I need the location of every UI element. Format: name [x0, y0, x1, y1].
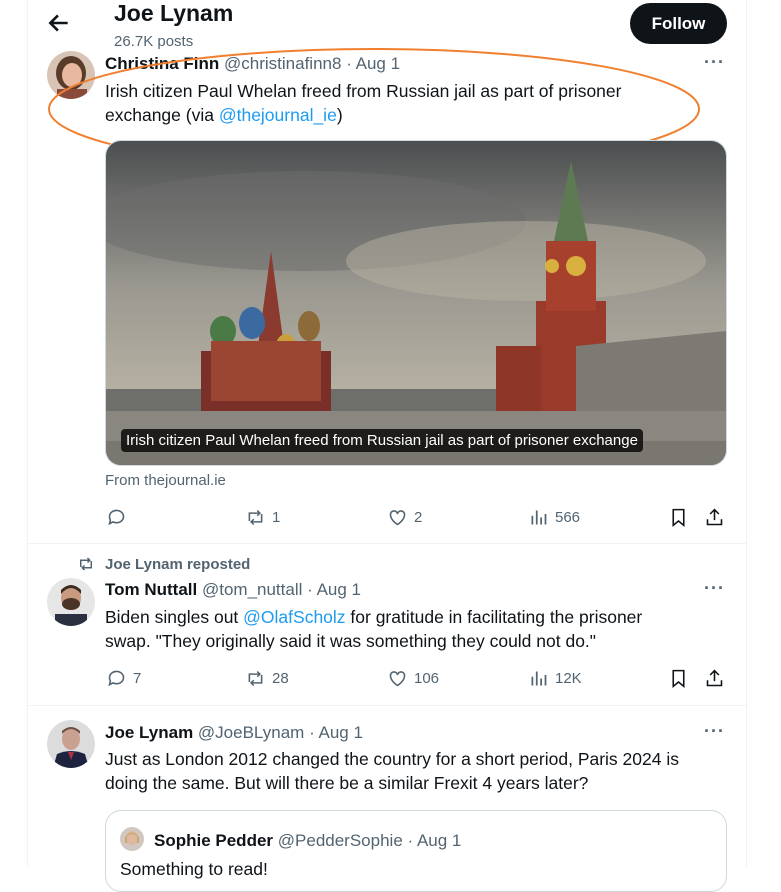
avatar[interactable] — [47, 720, 95, 768]
like-icon — [389, 671, 406, 687]
profile-name: Joe Lynam — [114, 0, 234, 26]
like-count: 106 — [414, 670, 440, 687]
more-icon[interactable]: ··· — [704, 578, 725, 599]
repost-indicator[interactable]: Joe Lynam reposted — [77, 555, 250, 573]
bookmark-button[interactable] — [668, 507, 689, 528]
views-count: 566 — [555, 509, 581, 526]
quote-tweet[interactable]: Sophie Pedder @PedderSophie · Aug 1 Some… — [105, 810, 727, 892]
tweet-header: Tom Nuttall @tom_nuttall · Aug 1 — [105, 578, 361, 602]
divider — [28, 705, 746, 706]
mention-link[interactable]: @OlafScholz — [243, 607, 345, 627]
quote-text: Something to read! — [120, 859, 268, 879]
share-button[interactable] — [704, 507, 725, 528]
bookmark-icon — [672, 508, 685, 528]
tweet-date[interactable]: · Aug 1 — [307, 580, 361, 599]
repost-icon — [248, 509, 263, 526]
reposted-by-label: Joe Lynam reposted — [105, 555, 251, 573]
card-image — [106, 141, 726, 465]
back-arrow-icon[interactable] — [46, 10, 76, 36]
quote-author-handle: @PedderSophie — [277, 831, 403, 850]
like-button[interactable]: 2 — [387, 507, 422, 528]
quote-author-name: Sophie Pedder — [154, 831, 274, 850]
column-border-right — [746, 0, 747, 867]
more-icon[interactable]: ··· — [704, 52, 725, 73]
reply-button[interactable] — [106, 507, 127, 528]
bookmark-icon — [672, 669, 685, 689]
repost-icon — [248, 670, 263, 687]
quote-date: · Aug 1 — [407, 831, 462, 850]
views-button[interactable]: 566 — [528, 507, 580, 528]
tweet-text: Biden singles out @OlafScholz for gratit… — [105, 607, 643, 651]
quote-header: Sophie Pedder @PedderSophie · Aug 1 — [154, 829, 461, 853]
reply-count: 7 — [133, 670, 142, 687]
tweet-date[interactable]: · Aug 1 — [309, 723, 363, 742]
share-icon — [706, 669, 723, 687]
card-caption: Irish citizen Paul Whelan freed from Rus… — [121, 429, 643, 452]
views-button[interactable]: 12K — [528, 668, 582, 689]
views-count: 12K — [555, 670, 582, 687]
more-icon[interactable]: ··· — [704, 721, 725, 742]
author-name[interactable]: Joe Lynam — [105, 723, 193, 742]
repost-button[interactable]: 1 — [245, 507, 280, 528]
repost-button[interactable]: 28 — [245, 668, 289, 689]
views-icon — [531, 671, 547, 686]
reply-icon — [108, 670, 125, 687]
views-icon — [531, 510, 547, 525]
column-border-left — [27, 0, 28, 867]
like-count: 2 — [414, 509, 423, 526]
repost-count: 1 — [272, 509, 281, 526]
share-icon — [706, 508, 723, 526]
author-handle[interactable]: @tom_nuttall — [202, 580, 302, 599]
avatar — [120, 827, 144, 851]
reply-icon — [108, 509, 125, 526]
like-button[interactable]: 106 — [387, 668, 439, 689]
reply-button[interactable]: 7 — [106, 668, 141, 689]
divider — [28, 543, 746, 544]
author-name[interactable]: Tom Nuttall — [105, 580, 197, 599]
follow-button[interactable]: Follow — [630, 3, 727, 44]
tweet-text: Just as London 2012 changed the country … — [105, 749, 679, 793]
repost-icon — [80, 557, 92, 571]
bookmark-button[interactable] — [668, 668, 689, 689]
link-card[interactable]: Irish citizen Paul Whelan freed from Rus… — [105, 140, 727, 466]
author-handle[interactable]: @JoeBLynam — [198, 723, 304, 742]
share-button[interactable] — [704, 668, 725, 689]
tweet-header: Joe Lynam @JoeBLynam · Aug 1 — [105, 721, 363, 745]
card-source[interactable]: From thejournal.ie — [105, 472, 226, 489]
repost-count: 28 — [272, 670, 289, 687]
avatar[interactable] — [47, 578, 95, 626]
like-icon — [389, 510, 406, 526]
